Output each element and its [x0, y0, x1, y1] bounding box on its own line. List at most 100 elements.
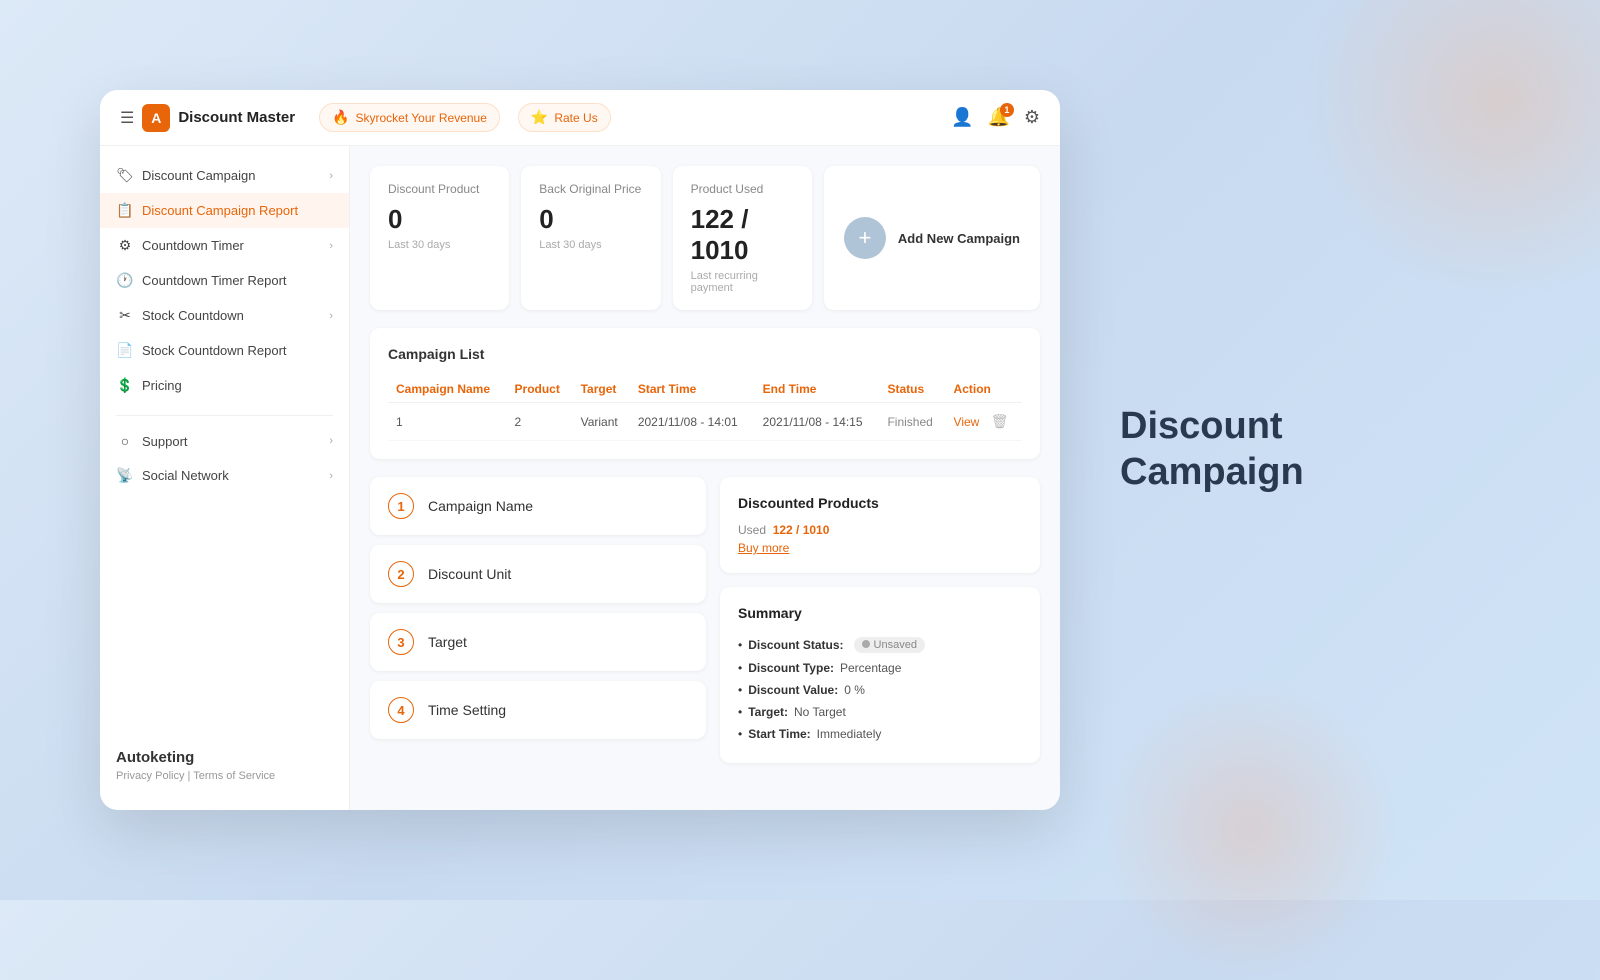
- step-label-2: Discount Unit: [428, 566, 511, 582]
- sidebar-label-stock-countdown: Stock Countdown: [142, 308, 321, 323]
- row-end: 2021/11/08 - 14:15: [755, 403, 880, 441]
- row-target: Variant: [573, 403, 630, 441]
- stock-icon: ✂: [116, 307, 134, 324]
- stat-title-2: Product Used: [691, 182, 794, 196]
- stat-back-original: Back Original Price 0 Last 30 days: [521, 166, 660, 310]
- social-icon: 📡: [116, 467, 134, 484]
- terms-link[interactable]: Terms of Service: [193, 770, 275, 782]
- delete-button[interactable]: 🗑: [991, 413, 1009, 429]
- sidebar-item-stock-countdown[interactable]: ✂ Stock Countdown ›: [100, 298, 349, 333]
- chevron-right-icon-5: ›: [329, 470, 333, 482]
- user-icon-btn[interactable]: 👤: [951, 107, 973, 128]
- discounted-products-title: Discounted Products: [738, 495, 1022, 511]
- step-label-1: Campaign Name: [428, 498, 533, 514]
- step-num-3: 3: [388, 629, 414, 655]
- row-status: Finished: [879, 403, 945, 441]
- form-steps: 1 Campaign Name 2 Discount Unit 3 Target: [370, 477, 706, 763]
- stat-sub-1: Last 30 days: [539, 239, 642, 251]
- nav-right: 👤 🔔 1 ⚙: [951, 107, 1040, 128]
- sidebar-label-countdown-timer: Countdown Timer: [142, 238, 321, 253]
- brand-name: Autoketing: [116, 749, 333, 766]
- summary-card: Summary Discount Status: Unsaved Discoun: [720, 587, 1040, 763]
- step-label-4: Time Setting: [428, 702, 506, 718]
- col-status: Status: [879, 376, 945, 403]
- user-icon: 👤: [951, 107, 973, 127]
- sidebar-label-discount-campaign-report: Discount Campaign Report: [142, 203, 333, 218]
- stat-value-2: 122 / 1010: [691, 204, 794, 266]
- skyrocket-promo[interactable]: 🔥 Skyrocket Your Revenue: [319, 103, 500, 132]
- summary-title: Summary: [738, 605, 1022, 621]
- step-num-1: 1: [388, 493, 414, 519]
- form-step-1[interactable]: 1 Campaign Name: [370, 477, 706, 535]
- form-step-3[interactable]: 3 Target: [370, 613, 706, 671]
- stat-title-1: Back Original Price: [539, 182, 642, 196]
- main-layout: 🏷 Discount Campaign › 📋 Discount Campaig…: [100, 146, 1060, 810]
- sidebar-item-stock-countdown-report[interactable]: 📄 Stock Countdown Report: [100, 333, 349, 368]
- sidebar: 🏷 Discount Campaign › 📋 Discount Campaig…: [100, 146, 350, 810]
- sidebar-footer: Autoketing Privacy Policy | Terms of Ser…: [100, 733, 349, 798]
- chevron-right-icon-3: ›: [329, 310, 333, 322]
- sidebar-label-countdown-timer-report: Countdown Timer Report: [142, 273, 333, 288]
- chevron-right-icon: ›: [329, 170, 333, 182]
- step-num-2: 2: [388, 561, 414, 587]
- table-row: 1 2 Variant 2021/11/08 - 14:01 2021/11/0…: [388, 403, 1022, 441]
- page-right-title: Discount Campaign: [1120, 404, 1400, 495]
- campaign-table-card: Campaign List Campaign Name Product Targ…: [370, 328, 1040, 459]
- sidebar-item-support[interactable]: ○ Support ›: [100, 424, 349, 458]
- summary-list: Discount Status: Unsaved Discount Type: …: [738, 633, 1022, 745]
- stat-discount-product: Discount Product 0 Last 30 days: [370, 166, 509, 310]
- products-used-label: Used 122 / 1010: [738, 523, 1022, 537]
- discount-campaign-icon: 🏷: [116, 167, 134, 184]
- rate-us-pill[interactable]: ⭐ Rate Us: [518, 103, 611, 132]
- notification-btn[interactable]: 🔔 1: [987, 107, 1009, 128]
- hamburger-icon[interactable]: ☰: [120, 108, 134, 128]
- row-name: 1: [388, 403, 507, 441]
- products-used-value: 122 / 1010: [773, 523, 830, 537]
- main-content: Discount Product 0 Last 30 days Back Ori…: [350, 146, 1060, 810]
- sidebar-item-countdown-timer-report[interactable]: 🕐 Countdown Timer Report: [100, 263, 349, 298]
- form-summary-layout: 1 Campaign Name 2 Discount Unit 3 Target: [370, 477, 1040, 763]
- sidebar-label-pricing: Pricing: [142, 378, 333, 393]
- form-step-4[interactable]: 4 Time Setting: [370, 681, 706, 739]
- settings-btn[interactable]: ⚙: [1024, 107, 1040, 128]
- row-start: 2021/11/08 - 14:01: [630, 403, 755, 441]
- summary-col: Discounted Products Used 122 / 1010 Buy …: [720, 477, 1040, 763]
- campaign-table: Campaign Name Product Target Start Time …: [388, 376, 1022, 441]
- report-icon: 📋: [116, 202, 134, 219]
- sidebar-item-discount-campaign-report[interactable]: 📋 Discount Campaign Report: [100, 193, 349, 228]
- stat-title-0: Discount Product: [388, 182, 491, 196]
- row-action: View 🗑: [946, 403, 1022, 441]
- sidebar-label-social-network: Social Network: [142, 468, 321, 483]
- col-end-time: End Time: [755, 376, 880, 403]
- nav-logo: ☰ A Discount Master: [120, 104, 295, 132]
- form-step-2[interactable]: 2 Discount Unit: [370, 545, 706, 603]
- add-campaign-card[interactable]: + Add New Campaign: [824, 166, 1040, 310]
- app-logo-icon: A: [142, 104, 170, 132]
- sidebar-item-countdown-timer[interactable]: ⚙ Countdown Timer ›: [100, 228, 349, 263]
- sidebar-item-discount-campaign[interactable]: 🏷 Discount Campaign ›: [100, 158, 349, 193]
- sidebar-section-bottom: ○ Support › 📡 Social Network ›: [100, 424, 349, 493]
- notification-badge: 1: [1000, 103, 1014, 117]
- stat-value-1: 0: [539, 204, 642, 235]
- privacy-policy-link[interactable]: Privacy Policy: [116, 770, 184, 782]
- top-nav: ☰ A Discount Master 🔥 Skyrocket Your Rev…: [100, 90, 1060, 146]
- view-button[interactable]: View: [954, 415, 980, 429]
- add-campaign-icon: +: [844, 217, 886, 259]
- countdown-icon: ⚙: [116, 237, 134, 254]
- sidebar-item-pricing[interactable]: 💲 Pricing: [100, 368, 349, 403]
- sidebar-label-discount-campaign: Discount Campaign: [142, 168, 321, 183]
- step-label-3: Target: [428, 634, 467, 650]
- col-campaign-name: Campaign Name: [388, 376, 507, 403]
- page-wrapper: ☰ A Discount Master 🔥 Skyrocket Your Rev…: [100, 90, 1500, 810]
- buy-more-link[interactable]: Buy more: [738, 541, 1022, 555]
- summary-discount-type: Discount Type: Percentage: [738, 657, 1022, 679]
- chevron-right-icon-2: ›: [329, 240, 333, 252]
- gear-icon: ⚙: [1024, 107, 1040, 127]
- app-window: ☰ A Discount Master 🔥 Skyrocket Your Rev…: [100, 90, 1060, 810]
- summary-discount-value: Discount Value: 0 %: [738, 679, 1022, 701]
- sidebar-item-social-network[interactable]: 📡 Social Network ›: [100, 458, 349, 493]
- chevron-right-icon-4: ›: [329, 435, 333, 447]
- pricing-icon: 💲: [116, 377, 134, 394]
- stat-product-used: Product Used 122 / 1010 Last recurring p…: [673, 166, 812, 310]
- add-campaign-label: Add New Campaign: [898, 231, 1020, 246]
